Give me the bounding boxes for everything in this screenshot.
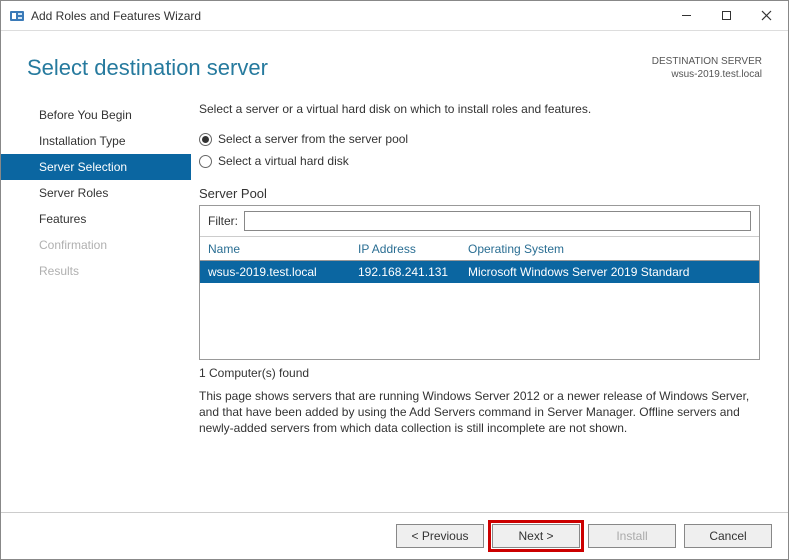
wizard-footer: < Previous Next > Install Cancel <box>1 513 788 559</box>
sidebar-item-server-roles[interactable]: Server Roles <box>1 180 191 206</box>
sidebar-item-before-you-begin[interactable]: Before You Begin <box>1 102 191 128</box>
radio-label: Select a server from the server pool <box>218 132 408 146</box>
radio-icon <box>199 155 212 168</box>
cell-name: wsus-2019.test.local <box>208 265 358 279</box>
window-titlebar: Add Roles and Features Wizard <box>1 1 788 31</box>
app-icon <box>9 8 25 24</box>
next-button[interactable]: Next > <box>492 524 580 548</box>
wizard-steps-sidebar: Before You Begin Installation Type Serve… <box>1 98 191 512</box>
server-list[interactable]: wsus-2019.test.local 192.168.241.131 Mic… <box>200 261 759 359</box>
cancel-button[interactable]: Cancel <box>684 524 772 548</box>
column-header-ip[interactable]: IP Address <box>358 242 468 256</box>
destination-server-box: DESTINATION SERVER wsus-2019.test.local <box>652 55 762 81</box>
cell-os: Microsoft Windows Server 2019 Standard <box>468 265 751 279</box>
minimize-button[interactable] <box>666 2 706 30</box>
previous-button[interactable]: < Previous <box>396 524 484 548</box>
radio-label: Select a virtual hard disk <box>218 154 349 168</box>
filter-input[interactable] <box>244 211 751 231</box>
page-title: Select destination server <box>27 55 268 81</box>
install-button: Install <box>588 524 676 548</box>
sidebar-item-results: Results <box>1 258 191 284</box>
column-header-name[interactable]: Name <box>208 242 358 256</box>
radio-virtual-hard-disk[interactable]: Select a virtual hard disk <box>199 150 760 172</box>
cell-ip: 192.168.241.131 <box>358 265 468 279</box>
wizard-main-panel: Select a server or a virtual hard disk o… <box>191 98 788 512</box>
server-pool-label: Server Pool <box>199 186 760 201</box>
radio-server-pool[interactable]: Select a server from the server pool <box>199 128 760 150</box>
window-title: Add Roles and Features Wizard <box>31 9 666 23</box>
column-header-os[interactable]: Operating System <box>468 242 751 256</box>
sidebar-item-server-selection[interactable]: Server Selection <box>1 154 191 180</box>
table-header: Name IP Address Operating System <box>200 237 759 261</box>
maximize-button[interactable] <box>706 2 746 30</box>
table-row[interactable]: wsus-2019.test.local 192.168.241.131 Mic… <box>200 261 759 283</box>
description-text: This page shows servers that are running… <box>199 388 760 437</box>
sidebar-item-features[interactable]: Features <box>1 206 191 232</box>
sidebar-item-installation-type[interactable]: Installation Type <box>1 128 191 154</box>
instruction-text: Select a server or a virtual hard disk o… <box>199 102 760 116</box>
radio-icon <box>199 133 212 146</box>
destination-server-label: DESTINATION SERVER <box>652 55 762 68</box>
server-pool-box: Filter: Name IP Address Operating System… <box>199 205 760 360</box>
filter-label: Filter: <box>208 214 238 228</box>
close-button[interactable] <box>746 2 786 30</box>
wizard-header: Select destination server DESTINATION SE… <box>1 31 788 91</box>
destination-server-value: wsus-2019.test.local <box>652 68 762 81</box>
computer-count-text: 1 Computer(s) found <box>199 366 760 380</box>
sidebar-item-confirmation: Confirmation <box>1 232 191 258</box>
